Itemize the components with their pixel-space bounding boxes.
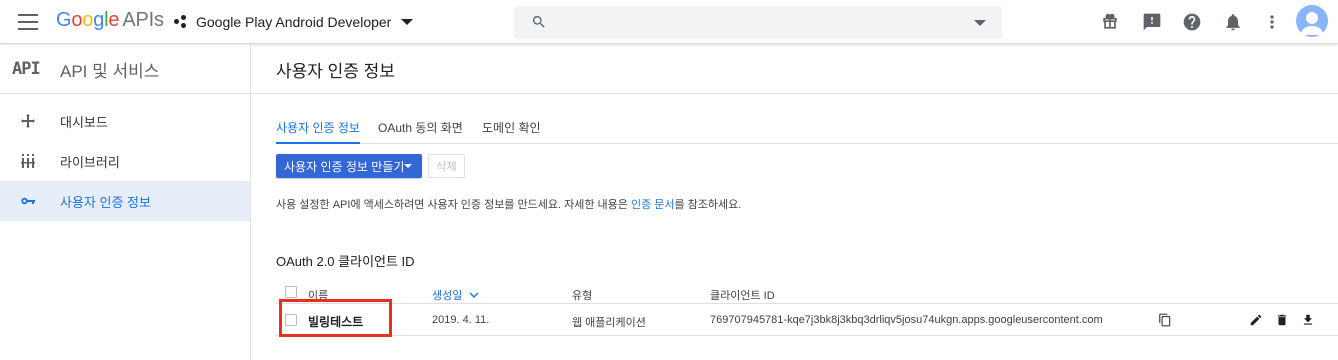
notifications-icon[interactable] (1223, 12, 1243, 32)
sort-down-icon (469, 292, 479, 298)
library-icon (21, 154, 35, 168)
row-client-id: 769707945781-kqe7j3bk8j3kbq3drliqv5josu7… (710, 314, 1103, 326)
api-logo: API (12, 59, 41, 79)
delete-icon[interactable] (1275, 313, 1289, 327)
highlight-box (279, 299, 392, 337)
description: 사용 설정한 API에 액세스하려면 사용자 인증 정보를 만드세요. 자세한 … (276, 199, 742, 211)
menu-icon[interactable] (18, 14, 38, 30)
sidebar-title: API 및 서비스 (60, 61, 160, 81)
more-vert-icon[interactable] (1262, 12, 1282, 32)
sidebar: API API 및 서비스 대시보드 라이브러리 사용자 인증 정보 (0, 45, 251, 360)
select-all-checkbox[interactable] (285, 286, 297, 298)
project-name: Google Play Android Developer (196, 14, 392, 30)
key-icon (21, 197, 35, 205)
row-created-date: 2019. 4. 11. (432, 314, 490, 326)
sidebar-header: API API 및 서비스 (0, 45, 250, 94)
dashboard-icon (21, 114, 35, 128)
edit-icon[interactable] (1249, 313, 1263, 327)
row-type: 웹 애플리케이션 (572, 317, 646, 329)
table-row: 빌링테스트 2019. 4. 11. 웹 애플리케이션 769707945781… (276, 304, 1338, 336)
create-credentials-label: 사용자 인증 정보 만들기 (284, 159, 405, 174)
project-selector[interactable]: Google Play Android Developer (174, 12, 414, 32)
copy-icon[interactable] (1158, 313, 1172, 327)
sidebar-item-dashboard[interactable]: 대시보드 (0, 101, 250, 141)
tab-oauth-consent[interactable]: OAuth 동의 화면 (378, 119, 463, 143)
project-dots-icon (174, 15, 188, 29)
column-header-client-id[interactable]: 클라이언트 ID (710, 287, 775, 303)
column-header-created[interactable]: 생성일 (432, 287, 479, 303)
table-header: 이름 생성일 유형 클라이언트 ID (276, 282, 1338, 304)
sidebar-item-label: 라이브러리 (60, 154, 120, 170)
gift-icon[interactable] (1100, 12, 1120, 32)
page-title: 사용자 인증 정보 (252, 45, 1338, 94)
sidebar-item-label: 사용자 인증 정보 (60, 194, 151, 210)
tab-credentials[interactable]: 사용자 인증 정보 (276, 119, 360, 144)
search-icon (532, 16, 545, 28)
sidebar-item-credentials[interactable]: 사용자 인증 정보 (0, 181, 250, 221)
google-apis-logo[interactable]: Google APIs (56, 8, 164, 32)
section-title: OAuth 2.0 클라이언트 ID (276, 254, 415, 269)
sidebar-item-library[interactable]: 라이브러리 (0, 141, 250, 181)
column-header-type[interactable]: 유형 (572, 287, 592, 303)
search-dropdown-icon[interactable] (974, 20, 986, 26)
top-app-bar: Google APIs Google Play Android Developer (0, 0, 1338, 44)
alert-icon[interactable] (1142, 12, 1162, 32)
chevron-down-icon (401, 19, 414, 25)
main-content: 사용자 인증 정보 사용자 인증 정보 OAuth 동의 화면 도메인 확인 사… (252, 45, 1338, 360)
chevron-down-icon (404, 164, 412, 168)
delete-button[interactable]: 삭제 (428, 154, 465, 178)
create-credentials-button[interactable]: 사용자 인증 정보 만들기 (276, 154, 422, 178)
tab-bar: 사용자 인증 정보 OAuth 동의 화면 도메인 확인 (276, 115, 1338, 144)
auth-docs-link[interactable]: 인증 문서 (631, 199, 675, 211)
help-icon[interactable] (1182, 12, 1202, 32)
download-icon[interactable] (1301, 313, 1315, 327)
avatar[interactable] (1296, 5, 1328, 37)
search-input[interactable] (558, 12, 958, 34)
sidebar-item-label: 대시보드 (60, 114, 108, 130)
tab-domain-verification[interactable]: 도메인 확인 (482, 119, 541, 143)
user-icon (1300, 12, 1324, 35)
search-bar[interactable] (514, 6, 1002, 39)
